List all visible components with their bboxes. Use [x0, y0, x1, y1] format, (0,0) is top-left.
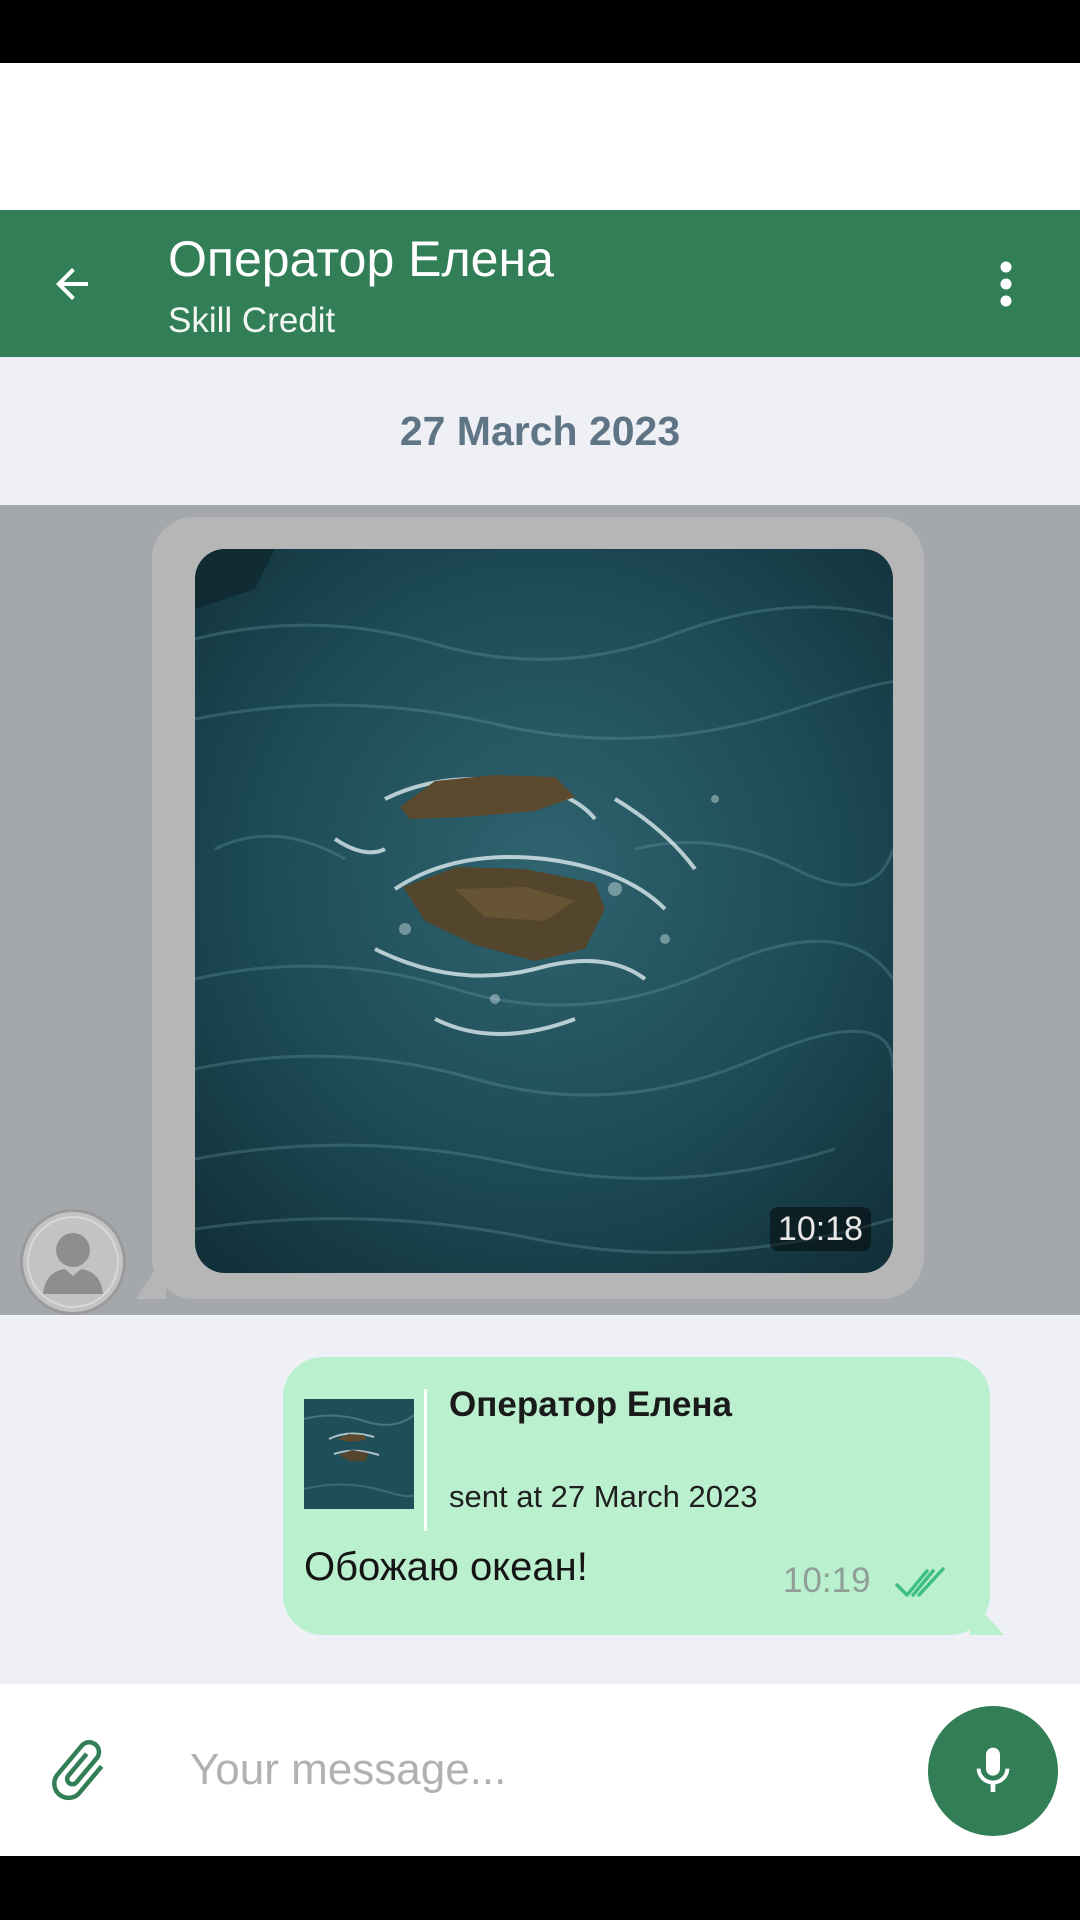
- person-icon: [43, 1233, 103, 1294]
- chat-header: Оператор Елена Skill Credit: [0, 210, 1080, 357]
- sender-avatar[interactable]: [20, 1209, 126, 1315]
- reply-sender-name: Оператор Елена: [449, 1385, 733, 1424]
- arrow-left-icon: [56, 268, 88, 300]
- selected-message-row[interactable]: 10:18: [0, 505, 1080, 1315]
- ocean-rocks-image: [195, 549, 893, 1273]
- more-options-button[interactable]: [980, 254, 1032, 314]
- message-composer: [0, 1684, 1080, 1856]
- outgoing-message-bubble[interactable]: Оператор Елена sent at 27 March 2023 Обо…: [283, 1357, 990, 1635]
- message-input[interactable]: [190, 1720, 890, 1820]
- reply-divider: [424, 1389, 427, 1531]
- double-check-icon: [895, 1567, 945, 1597]
- chat-subtitle: Skill Credit: [168, 301, 336, 340]
- navigation-bar: [0, 1856, 1080, 1920]
- chat-title[interactable]: Оператор Елена: [168, 228, 554, 290]
- status-bar: [0, 0, 1080, 63]
- message-timestamp: 10:19: [783, 1561, 871, 1600]
- top-blank-area: [0, 63, 1080, 210]
- microphone-icon: [976, 1747, 1010, 1792]
- voice-record-button[interactable]: [928, 1706, 1058, 1836]
- more-vert-icon: [1000, 261, 1012, 307]
- date-separator: 27 March 2023: [399, 407, 681, 454]
- message-text: Обожаю океан!: [304, 1545, 588, 1589]
- back-button[interactable]: [42, 254, 102, 314]
- message-list[interactable]: 27 March 2023 10:18 Оператор Елена sent …: [0, 357, 1080, 1684]
- attach-button[interactable]: [42, 1734, 114, 1806]
- ocean-thumbnail-image: [304, 1399, 414, 1509]
- reply-sent-info: sent at 27 March 2023: [449, 1479, 758, 1514]
- photo-timestamp: 10:18: [769, 1207, 871, 1251]
- message-photo[interactable]: 10:18: [195, 549, 893, 1273]
- reply-thumbnail[interactable]: [304, 1399, 414, 1509]
- paperclip-icon: [52, 1740, 104, 1801]
